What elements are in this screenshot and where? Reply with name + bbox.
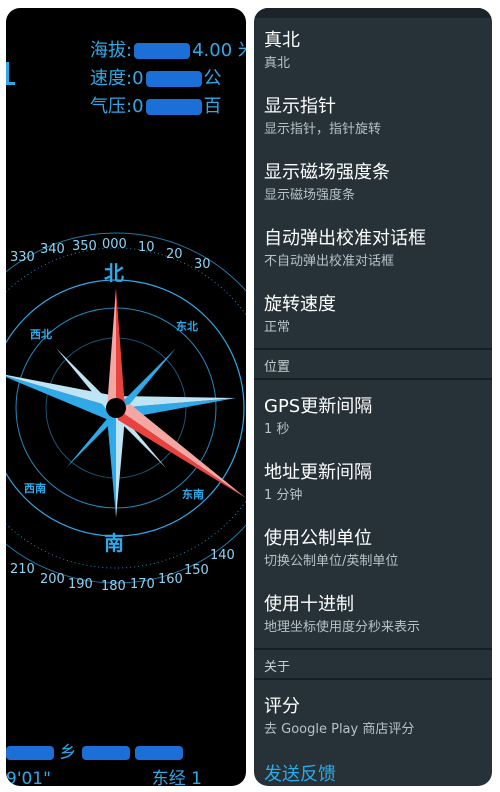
tick-label: 190 xyxy=(68,577,93,592)
tick-label: 170 xyxy=(130,577,155,592)
section-divider xyxy=(254,348,492,350)
pref-summary: 显示指针，指针旋转 xyxy=(264,122,382,137)
pref-summary: 显示磁场强度条 xyxy=(264,188,356,203)
tick-label: 200 xyxy=(40,572,65,587)
drawer-handle-icon[interactable] xyxy=(6,62,15,85)
pref-summary: 1 秒 xyxy=(264,422,290,437)
section-header-location: 位置 xyxy=(264,360,291,375)
southwest-label: 西南 xyxy=(24,481,46,495)
latitude-text: 9'01" xyxy=(6,769,51,786)
speed-readout: 速度:0 公 xyxy=(90,64,222,90)
redaction-mask xyxy=(6,746,54,760)
tick-label: 210 xyxy=(10,562,35,577)
pref-title: 使用公制单位 xyxy=(264,528,372,549)
pref-rotation-speed[interactable]: 旋转速度 正常 xyxy=(264,294,488,336)
tick-label: 350 xyxy=(72,239,97,254)
compass-panel: 海拔:4.00 米 速度:0公 气压:0百 330 340 350 000 10… xyxy=(6,8,246,786)
pref-title: 旋转速度 xyxy=(264,294,336,315)
redaction-mask xyxy=(134,43,191,59)
pref-summary: 不自动弹出校准对话框 xyxy=(264,254,395,269)
redaction-mask xyxy=(145,71,202,87)
pref-title: GPS更新间隔 xyxy=(264,396,373,417)
pref-summary: 地理坐标使用度分秒来表示 xyxy=(264,620,421,635)
redaction-mask xyxy=(135,746,184,760)
south-label: 南 xyxy=(104,531,124,555)
pref-true-north[interactable]: 真北 真北 xyxy=(264,30,488,72)
altitude-value: 4.00 xyxy=(192,40,233,61)
pref-show-magnetic-bar[interactable]: 显示磁场强度条 显示磁场强度条 xyxy=(264,162,488,204)
tick-label: 330 xyxy=(10,250,35,265)
pref-title: 显示磁场强度条 xyxy=(264,162,390,183)
tick-label: 160 xyxy=(158,572,183,587)
section-divider xyxy=(254,648,492,650)
tick-label: 150 xyxy=(184,563,209,578)
pressure-unit: 百 xyxy=(203,96,222,117)
redaction-mask xyxy=(145,99,202,115)
pref-summary: 切换公制单位/英制单位 xyxy=(264,554,399,569)
tick-label: 20 xyxy=(166,247,183,262)
north-label: 北 xyxy=(104,261,124,285)
southeast-label: 东南 xyxy=(182,487,204,501)
pref-address-interval[interactable]: 地址更新间隔 1 分钟 xyxy=(264,462,488,504)
section-divider xyxy=(254,678,492,680)
send-feedback-link[interactable]: 发送反馈 xyxy=(264,760,336,786)
longitude-text: 东经 1 xyxy=(151,769,202,786)
speed-prefix: 0 xyxy=(132,68,144,89)
speed-unit: 公 xyxy=(203,68,222,89)
pressure-prefix: 0 xyxy=(132,96,144,117)
coordinates-line: 9'01" 东经 1 xyxy=(6,764,202,786)
address-text: 乡 xyxy=(59,743,77,763)
altitude-readout: 海拔: 4.00 米 xyxy=(90,36,246,62)
section-header-about: 关于 xyxy=(264,660,291,675)
pressure-label: 气压: xyxy=(90,96,133,117)
pref-decimal[interactable]: 使用十进制 地理坐标使用度分秒来表示 xyxy=(264,594,488,636)
settings-panel: 真北 真北 显示指针 显示指针，指针旋转 显示磁场强度条 显示磁场强度条 自动弹… xyxy=(254,8,492,786)
pressure-readout: 气压:0 百 xyxy=(90,92,222,118)
status-bar xyxy=(254,8,492,18)
pref-title: 显示指针 xyxy=(264,96,336,117)
pref-show-pointer[interactable]: 显示指针 显示指针，指针旋转 xyxy=(264,96,488,138)
tick-label: 140 xyxy=(210,548,235,563)
pref-title: 评分 xyxy=(264,696,300,717)
northwest-label: 西北 xyxy=(30,327,52,341)
tick-label: 10 xyxy=(138,240,155,255)
pref-gps-interval[interactable]: GPS更新间隔 1 秒 xyxy=(264,396,488,438)
northeast-label: 东北 xyxy=(176,319,198,333)
address-line: 乡 xyxy=(6,738,184,763)
pref-title: 地址更新间隔 xyxy=(264,462,372,483)
tick-label: 340 xyxy=(40,242,65,257)
redaction-mask xyxy=(81,746,130,760)
tick-label: 180 xyxy=(101,579,126,594)
altitude-label: 海拔: xyxy=(90,40,133,61)
pref-title: 自动弹出校准对话框 xyxy=(264,228,426,249)
pref-summary: 去 Google Play 商店评分 xyxy=(264,722,415,737)
pref-summary: 正常 xyxy=(264,320,291,335)
altitude-unit: 米 xyxy=(238,40,246,61)
pref-title: 真北 xyxy=(264,30,300,51)
tick-label: 30 xyxy=(194,257,211,272)
pref-rate[interactable]: 评分 去 Google Play 商店评分 xyxy=(264,696,488,738)
speed-label: 速度: xyxy=(90,68,133,89)
pref-summary: 真北 xyxy=(264,56,291,71)
section-divider xyxy=(254,378,492,380)
tick-label: 000 xyxy=(102,237,127,252)
pref-title: 使用十进制 xyxy=(264,594,354,615)
pref-auto-calibration[interactable]: 自动弹出校准对话框 不自动弹出校准对话框 xyxy=(264,228,488,270)
compass-dial[interactable]: 330 340 350 000 10 20 30 210 200 190 180… xyxy=(6,198,246,618)
pref-summary: 1 分钟 xyxy=(264,488,303,503)
pref-metric-units[interactable]: 使用公制单位 切换公制单位/英制单位 xyxy=(264,528,488,570)
